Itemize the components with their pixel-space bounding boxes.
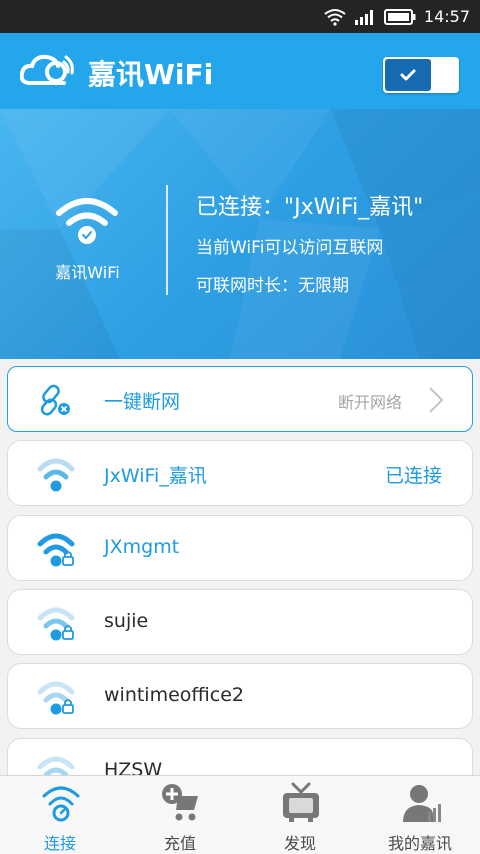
connection-panel: 嘉讯WiFi 已连接："JxWiFi_嘉讯" 当前WiFi可以访问互联网 可联网… bbox=[0, 109, 480, 359]
unlink-icon bbox=[40, 384, 70, 416]
tab-label: 充值 bbox=[163, 834, 196, 853]
check-icon bbox=[400, 69, 416, 81]
tab-connect[interactable]: 连接 bbox=[0, 776, 120, 854]
wifi-toggle[interactable] bbox=[383, 57, 459, 93]
wifi-signal-icon bbox=[324, 8, 346, 26]
chevron-right-icon bbox=[429, 387, 444, 413]
disconnect-label: 一键断网 bbox=[104, 391, 181, 413]
network-item-wintimeoffice2[interactable]: wintimeoffice2 bbox=[7, 663, 473, 729]
connect-wifi-icon bbox=[42, 786, 80, 822]
status-bar: 14:57 bbox=[0, 0, 480, 33]
app-bar: 嘉讯WiFi bbox=[0, 33, 480, 109]
network-name: wintimeoffice2 bbox=[104, 684, 245, 706]
tab-my-account[interactable]: 我的嘉讯 bbox=[360, 776, 480, 854]
tab-discover[interactable]: 发现 bbox=[240, 776, 360, 854]
disconnect-sub-label: 断开网络 bbox=[337, 393, 402, 412]
tab-label: 连接 bbox=[43, 834, 76, 853]
app-title: 嘉讯WiFi bbox=[88, 58, 214, 91]
network-item-jxmgmt[interactable]: JXmgmt bbox=[7, 515, 473, 581]
network-status: 已连接 bbox=[384, 465, 442, 487]
network-name: sujie bbox=[104, 610, 149, 632]
tab-label: 我的嘉讯 bbox=[387, 834, 452, 853]
cell-signal-icon bbox=[354, 9, 373, 25]
online-duration-text: 可联网时长：无限期 bbox=[196, 276, 349, 296]
hero-ssid-label: 嘉讯WiFi bbox=[55, 263, 120, 282]
wifi-locked-icon bbox=[37, 607, 75, 641]
discover-tv-icon bbox=[283, 782, 319, 822]
recharge-cart-icon bbox=[162, 784, 198, 821]
toggle-on-segment bbox=[385, 59, 431, 91]
connected-network-text: 已连接："JxWiFi_嘉讯" bbox=[196, 195, 424, 220]
connected-wifi-icon bbox=[56, 198, 118, 244]
wifi-locked-icon bbox=[37, 533, 75, 567]
disconnect-button[interactable]: 一键断网 断开网络 bbox=[7, 366, 473, 432]
tab-label: 发现 bbox=[283, 834, 316, 853]
battery-icon bbox=[383, 8, 416, 25]
tab-recharge[interactable]: 充值 bbox=[120, 776, 240, 854]
network-name: JxWiFi_嘉讯 bbox=[104, 465, 207, 487]
wifi-strength-icon bbox=[37, 458, 75, 492]
my-account-icon bbox=[403, 785, 441, 822]
network-name: JXmgmt bbox=[104, 536, 180, 558]
network-item-sujie[interactable]: sujie bbox=[7, 589, 473, 655]
status-icons: 14:57 bbox=[324, 0, 470, 33]
bottom-tab-bar: 连接 充值 发现 我的嘉讯 bbox=[0, 775, 480, 854]
wifi-locked-icon bbox=[37, 681, 75, 715]
hero-divider bbox=[166, 185, 168, 295]
status-time: 14:57 bbox=[423, 7, 470, 26]
internet-access-text: 当前WiFi可以访问互联网 bbox=[196, 238, 384, 258]
network-item-jxwifi[interactable]: JxWiFi_嘉讯 已连接 bbox=[7, 440, 473, 506]
app-logo-icon bbox=[20, 54, 74, 85]
